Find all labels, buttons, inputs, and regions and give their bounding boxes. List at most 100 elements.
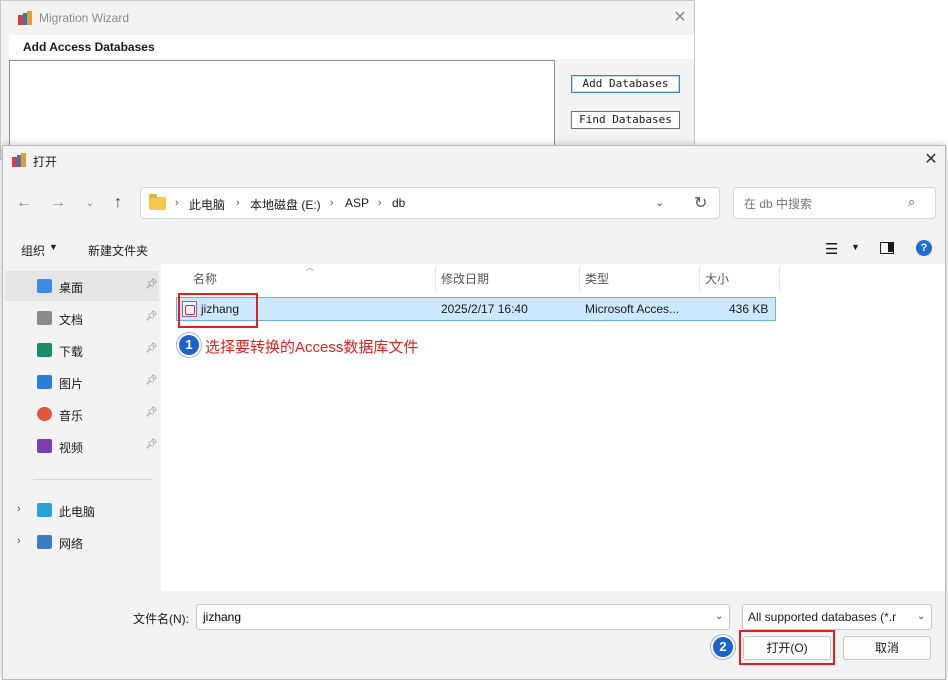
preview-pane-icon[interactable]: [880, 242, 894, 254]
nav-item-documents[interactable]: 文档 📌︎: [5, 303, 159, 333]
file-type: Microsoft Acces...: [585, 302, 680, 316]
breadcrumb-chevron-icon: ›: [175, 197, 179, 209]
step1-badge: 1: [177, 333, 201, 357]
breadcrumb-drive-e[interactable]: 本地磁盘 (E:): [250, 196, 321, 213]
breadcrumb-chevron-icon: ›: [236, 197, 240, 209]
nav-item-label: 下载: [59, 345, 84, 359]
wizard-title: Migration Wizard: [39, 11, 130, 25]
nav-item-this-pc[interactable]: › 此电脑: [5, 495, 159, 525]
music-icon: [37, 407, 52, 421]
column-header-name[interactable]: 名称: [193, 270, 217, 287]
breadcrumb-chevron-icon: ›: [378, 197, 382, 209]
pin-icon[interactable]: 📌︎: [145, 311, 158, 322]
breadcrumb-asp[interactable]: ASP: [345, 196, 369, 210]
download-icon: [37, 343, 52, 357]
nav-item-label: 桌面: [59, 281, 84, 295]
file-row[interactable]: jizhang 2025/2/17 16:40 Microsoft Acces.…: [176, 297, 776, 321]
pin-icon[interactable]: 📌︎: [145, 375, 158, 386]
pictures-icon: [37, 375, 52, 389]
open-button[interactable]: 打开(O): [743, 636, 831, 660]
computer-icon: [37, 503, 52, 517]
nav-item-label: 音乐: [59, 409, 84, 423]
refresh-icon[interactable]: ↻: [694, 193, 707, 213]
breadcrumb-this-pc[interactable]: 此电脑: [189, 196, 225, 213]
nav-item-downloads[interactable]: 下载 📌︎: [5, 335, 159, 365]
nav-item-label: 图片: [59, 377, 84, 391]
caret-down-icon[interactable]: ▼: [49, 242, 58, 252]
column-header-modified[interactable]: 修改日期: [441, 270, 489, 287]
recent-locations-chevron-icon[interactable]: ⌄: [77, 190, 103, 216]
dialog-close-icon[interactable]: ✕: [921, 150, 941, 170]
find-databases-button[interactable]: Find Databases: [571, 111, 680, 129]
expand-chevron-icon[interactable]: ›: [17, 535, 21, 547]
open-file-dialog: 打开 ✕ ← → ⌄ ↑ › 此电脑 › 本地磁盘 (E:) › ASP › d…: [2, 145, 946, 680]
pin-icon[interactable]: 📌︎: [145, 343, 158, 354]
wizard-subtitle: Add Access Databases: [23, 40, 155, 54]
navigation-pane: 桌面 📌︎ 文档 📌︎ 下载 📌︎ 图片 📌︎ 音乐 📌︎ 视频 📌︎ › 此电…: [3, 264, 161, 591]
search-box[interactable]: ⌕: [733, 187, 936, 219]
file-size: 436 KB: [729, 302, 769, 316]
nav-item-network[interactable]: › 网络: [5, 527, 159, 557]
nav-item-label: 此电脑: [59, 505, 96, 519]
chevron-down-icon[interactable]: ⌄: [715, 611, 723, 622]
new-folder-button[interactable]: 新建文件夹: [88, 242, 148, 259]
breadcrumb-db[interactable]: db: [392, 196, 405, 210]
nav-item-videos[interactable]: 视频 📌︎: [5, 431, 159, 461]
view-options-icon[interactable]: ☰: [825, 240, 838, 258]
address-bar[interactable]: › 此电脑 › 本地磁盘 (E:) › ASP › db ⌄ ↻: [140, 187, 720, 219]
column-divider[interactable]: [779, 266, 780, 292]
pin-icon[interactable]: 📌︎: [145, 279, 158, 290]
help-icon[interactable]: ?: [916, 240, 932, 256]
file-type-filter-value: All supported databases (*.r: [748, 610, 897, 624]
wizard-close-icon[interactable]: ✕: [671, 9, 689, 27]
file-type-filter[interactable]: All supported databases (*.r ⌄: [742, 604, 932, 630]
forward-arrow-icon[interactable]: →: [45, 190, 71, 216]
column-divider[interactable]: [435, 266, 436, 292]
cancel-button[interactable]: 取消: [843, 636, 931, 660]
nav-item-label: 视频: [59, 441, 84, 455]
highlight-box-file: [178, 293, 258, 328]
back-arrow-icon[interactable]: ←: [11, 190, 37, 216]
column-divider[interactable]: [699, 266, 700, 292]
command-bar: 组织 ▼ 新建文件夹 ☰ ▼ ?: [3, 234, 945, 264]
app-icon: [18, 11, 32, 25]
document-icon: [37, 311, 52, 325]
step2-badge: 2: [711, 635, 735, 659]
nav-item-pictures[interactable]: 图片 📌︎: [5, 367, 159, 397]
search-input[interactable]: [742, 195, 902, 213]
organize-menu[interactable]: 组织: [21, 242, 45, 259]
migration-wizard-window: Migration Wizard ✕ Add Access Databases …: [0, 0, 695, 160]
wizard-titlebar: Migration Wizard ✕: [1, 1, 694, 35]
chevron-down-icon[interactable]: ⌄: [917, 611, 925, 622]
column-divider[interactable]: [579, 266, 580, 292]
nav-item-music[interactable]: 音乐 📌︎: [5, 399, 159, 429]
expand-chevron-icon[interactable]: ›: [17, 503, 21, 515]
nav-item-label: 网络: [59, 537, 84, 551]
step1-text: 选择要转换的Access数据库文件: [205, 339, 419, 356]
nav-divider: [33, 479, 153, 480]
up-arrow-icon[interactable]: ↑: [105, 190, 131, 216]
desktop-icon: [37, 279, 52, 293]
videos-icon: [37, 439, 52, 453]
filename-combobox[interactable]: ⌄: [196, 604, 730, 630]
app-icon: [12, 153, 26, 167]
pin-icon[interactable]: 📌︎: [145, 439, 158, 450]
nav-item-label: 文档: [59, 313, 84, 327]
filename-label: 文件名(N):: [133, 612, 189, 626]
file-modified: 2025/2/17 16:40: [441, 302, 528, 316]
filename-input[interactable]: [201, 609, 701, 625]
pin-icon[interactable]: 📌︎: [145, 407, 158, 418]
breadcrumb-chevron-icon: ›: [330, 197, 334, 209]
sort-ascending-icon: ︿: [306, 263, 314, 272]
column-header-type[interactable]: 类型: [585, 270, 609, 287]
nav-item-desktop[interactable]: 桌面 📌︎: [5, 271, 159, 301]
address-dropdown-chevron-icon[interactable]: ⌄: [655, 196, 664, 209]
dialog-title: 打开: [33, 155, 58, 169]
caret-down-icon[interactable]: ▼: [851, 242, 860, 252]
wizard-header: Add Access Databases: [9, 35, 694, 59]
folder-icon: [149, 194, 166, 210]
search-icon[interactable]: ⌕: [908, 194, 915, 210]
network-icon: [37, 535, 52, 549]
add-databases-button[interactable]: Add Databases: [571, 75, 680, 93]
column-header-size[interactable]: 大小: [705, 270, 729, 287]
